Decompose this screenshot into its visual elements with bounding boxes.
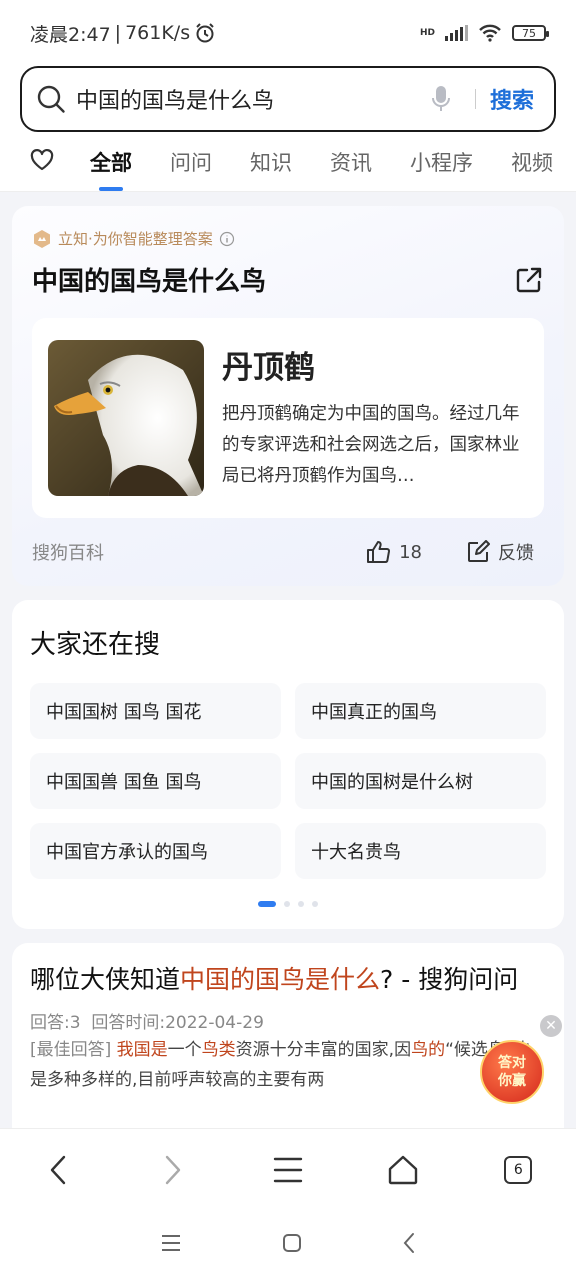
tab-news[interactable]: 资讯 <box>330 147 372 177</box>
related-search-item[interactable]: 十大名贵鸟 <box>295 823 546 879</box>
search-result[interactable]: 哪位大侠知道中国的国鸟是什么? - 搜狗问问 回答:3 回答时间:2022-04… <box>12 943 564 1143</box>
status-right: HD 75 <box>419 24 549 42</box>
menu-button[interactable] <box>258 1140 318 1200</box>
ai-answer-label-text: 立知·为你智能整理答案 <box>58 230 213 248</box>
status-left: 凌晨2:47 | 761K/s <box>30 20 216 47</box>
answer-card: 立知·为你智能整理答案 中国的国鸟是什么鸟 丹顶鹤 把丹顶鹤确定为中国的国鸟。经… <box>12 206 564 586</box>
answer-image[interactable] <box>48 340 204 496</box>
promo-line-2: 你赢 <box>498 1073 526 1089</box>
search-icon <box>37 85 65 113</box>
like-button[interactable]: 18 <box>365 539 422 565</box>
thumbs-up-icon <box>367 541 391 563</box>
tab-bar: 全部 问问 知识 资讯 小程序 视频 <box>0 132 576 192</box>
tab-mini-programs[interactable]: 小程序 <box>410 147 473 177</box>
signal-icon <box>445 25 468 41</box>
menu-icon <box>273 1157 303 1182</box>
result-answer-time: 回答时间:2022-04-29 <box>91 1013 264 1033</box>
status-speed: 761K/s <box>125 22 191 44</box>
status-separator: | <box>114 22 122 44</box>
answer-title: 中国的国鸟是什么鸟 <box>32 267 267 297</box>
related-search-item[interactable]: 中国真正的国鸟 <box>295 683 546 739</box>
search-button[interactable]: 搜索 <box>490 83 540 115</box>
status-bar: 凌晨2:47 | 761K/s HD 75 <box>0 0 576 66</box>
tab-videos[interactable]: 视频 <box>511 147 553 177</box>
system-home-button[interactable] <box>282 1233 302 1257</box>
result-snippet: [最佳回答] 我国是一个鸟类资源十分丰富的国家,因鸟的“候选鸟”也是多种多样的,… <box>30 1035 546 1095</box>
wifi-icon <box>479 24 501 42</box>
snippet-highlight: 鸟的 <box>411 1040 446 1060</box>
tabs-button[interactable]: 6 <box>488 1140 548 1200</box>
promo-line-1: 答对 <box>498 1055 526 1071</box>
related-search-item[interactable]: 中国国兽 国鱼 国鸟 <box>30 753 281 809</box>
tab-knowledge[interactable]: 知识 <box>250 147 292 177</box>
lizhi-logo-icon <box>34 229 50 248</box>
answer-name: 丹顶鹤 <box>222 350 315 386</box>
result-title-prefix: 哪位大侠知道 <box>30 965 181 994</box>
tab-wenwen[interactable]: 问问 <box>170 147 212 177</box>
ai-answer-label: 立知·为你智能整理答案 <box>32 228 544 249</box>
status-time: 凌晨2:47 <box>30 23 111 46</box>
answer-summary[interactable]: 丹顶鹤 把丹顶鹤确定为中国的国鸟。经过几年的专家评选和社会网选之后，国家林业局已… <box>32 318 544 518</box>
forward-button[interactable] <box>143 1140 203 1200</box>
back-arrow-icon <box>403 1233 414 1253</box>
home-icon <box>388 1155 418 1184</box>
answer-source[interactable]: 搜狗百科 <box>32 539 104 565</box>
feedback-label: 反馈 <box>498 543 534 564</box>
promo-badge[interactable]: 答对 你赢 <box>480 1040 544 1104</box>
battery-icon: 75 <box>512 25 549 41</box>
search-input[interactable]: 中国的国鸟是什么鸟 <box>76 83 421 115</box>
microphone-icon[interactable] <box>421 85 461 113</box>
result-title-suffix: ? - 搜狗问问 <box>380 965 519 994</box>
tab-count-icon: 6 <box>504 1155 533 1184</box>
related-searches-card: 大家还在搜 中国国树 国鸟 国花 中国真正的国鸟 中国国兽 国鱼 国鸟 中国的国… <box>12 600 564 929</box>
snippet-text: 资源十分丰富的国家,因 <box>235 1040 412 1060</box>
related-search-item[interactable]: 中国国树 国鸟 国花 <box>30 683 281 739</box>
page-dot <box>284 901 290 907</box>
answer-description: 把丹顶鹤确定为中国的国鸟。经过几年的专家评选和社会网选之后，国家林业局已将丹顶鹤… <box>222 404 520 486</box>
search-divider <box>474 89 476 109</box>
feedback-button[interactable]: 反馈 <box>466 539 534 565</box>
page-dot <box>298 901 304 907</box>
tab-all[interactable]: 全部 <box>90 147 132 177</box>
favorite-heart-icon[interactable] <box>30 148 54 175</box>
share-external-icon[interactable] <box>514 265 544 295</box>
result-title[interactable]: 哪位大侠知道中国的国鸟是什么? - 搜狗问问 <box>30 959 546 1000</box>
browser-bottom-nav: 6 <box>0 1128 576 1210</box>
chevron-left-icon <box>50 1155 65 1184</box>
page-dot <box>312 901 318 907</box>
best-answer-tag: [最佳回答] <box>30 1040 112 1060</box>
result-title-highlight: 中国的国鸟是什么 <box>180 965 381 994</box>
system-nav-bar <box>0 1210 576 1280</box>
snippet-text: 一个 <box>167 1040 202 1060</box>
like-count: 18 <box>399 541 422 563</box>
tab-count: 6 <box>513 1161 523 1178</box>
home-button[interactable] <box>373 1140 433 1200</box>
close-promo-icon[interactable]: ✕ <box>540 1015 562 1037</box>
battery-level: 75 <box>522 26 536 40</box>
menu-lines-icon <box>162 1235 180 1251</box>
snippet-highlight: 我国是 <box>116 1040 168 1060</box>
result-meta: 回答:3 回答时间:2022-04-29 <box>30 1008 546 1033</box>
result-answer-count: 回答:3 <box>30 1013 81 1033</box>
back-button[interactable] <box>28 1140 88 1200</box>
system-back-button[interactable] <box>402 1232 416 1258</box>
hd-label: HD <box>419 28 435 38</box>
chevron-right-icon <box>165 1155 180 1184</box>
edit-feedback-icon <box>468 540 490 562</box>
snippet-highlight: 鸟类 <box>201 1040 236 1060</box>
system-menu-button[interactable] <box>160 1234 182 1256</box>
page-dot-active <box>258 901 276 907</box>
pagination-dots <box>30 901 546 907</box>
info-icon[interactable] <box>219 231 235 247</box>
alarm-icon <box>196 23 214 43</box>
related-search-item[interactable]: 中国的国树是什么树 <box>295 753 546 809</box>
related-search-item[interactable]: 中国官方承认的国鸟 <box>30 823 281 879</box>
search-bar[interactable]: 中国的国鸟是什么鸟 搜索 <box>20 66 556 132</box>
related-searches-title: 大家还在搜 <box>30 630 161 660</box>
square-home-icon <box>283 1234 301 1252</box>
